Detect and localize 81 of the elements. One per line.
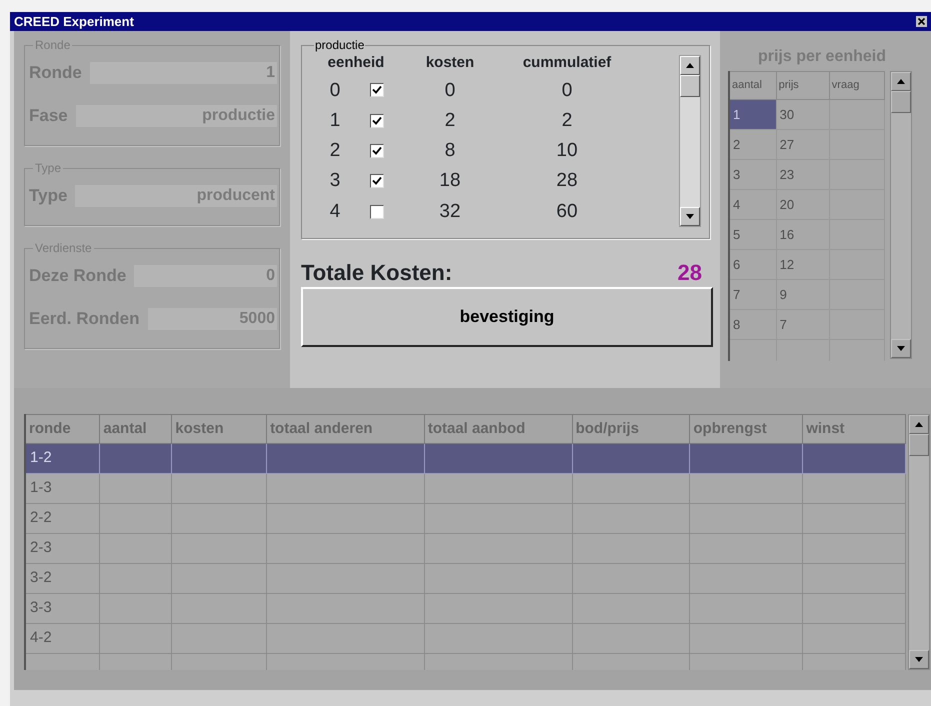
column-header: kosten [424,53,476,74]
column-header: vraag [829,72,884,100]
column-header: cummulatief [522,53,612,74]
scroll-up-button[interactable] [909,415,929,434]
value-field: 5000 [148,308,277,330]
column-header: bod/prijs [572,414,690,444]
down-arrow-icon [915,657,923,662]
table-cell: 3-2 [25,564,100,594]
window-title: CREED Experiment [14,12,134,31]
cost-value: 18 [439,170,461,192]
table-cell: 2-2 [25,504,100,534]
up-arrow-icon [915,422,923,427]
unit-number: 4 [330,200,340,222]
column-header: aantal [100,414,172,444]
scroll-thumb[interactable] [891,91,911,113]
scroll-down-button[interactable] [909,650,929,669]
scrollbar[interactable] [890,71,912,359]
cumulative-value: 60 [556,200,578,222]
value-field: 0 [134,264,277,286]
value-field: 1 [90,62,277,84]
value-field: producent [75,184,277,206]
checkbox[interactable] [370,144,384,158]
cost-value: 32 [439,200,461,222]
up-arrow-icon [686,63,694,68]
checkbox[interactable] [370,114,384,128]
table-cell: 1-2 [25,444,100,474]
column-header: eenheid [326,53,386,74]
scroll-down-button[interactable] [891,339,911,358]
down-arrow-icon [686,214,694,219]
up-arrow-icon [897,79,905,84]
table-cell: 9 [776,280,830,310]
table-cell: 6 [729,250,776,280]
table-cell: 7 [776,310,830,340]
table-cell: 4 [729,190,776,220]
column-header: opbrengst [690,414,803,444]
scroll-thumb[interactable] [909,434,929,456]
unit-number: 3 [330,170,340,192]
cumulative-value: 10 [556,140,578,162]
table-cell: 1-3 [25,474,100,504]
table-cell: 8 [729,310,776,340]
scrollbar[interactable] [908,414,930,670]
column-header: kosten [172,414,267,444]
cumulative-value: 2 [562,110,572,131]
checkbox[interactable] [370,204,384,219]
cumulative-value: 0 [562,80,572,100]
checkbox[interactable] [370,174,384,188]
cost-value: 0 [444,80,456,100]
cumulative-value: 28 [556,170,578,192]
unit-number: 1 [330,110,340,131]
total-label: Totale Kosten: [301,258,452,286]
table-cell: 1 [729,100,776,130]
table-cell: 7 [729,280,776,310]
table-cell: 2-3 [25,534,100,564]
close-icon[interactable] [916,16,927,27]
unit-number: 0 [330,80,340,100]
table-cell: 5 [729,220,776,250]
table-cell: 27 [776,130,830,160]
cost-value: 8 [444,140,456,162]
scroll-up-button[interactable] [891,72,911,91]
down-arrow-icon [897,346,905,351]
table-cell: 3-3 [25,594,100,624]
column-header: totaal anderen [266,414,424,444]
column-header: ronde [25,414,100,444]
value-field: productie [76,104,277,126]
column-header: prijs [776,72,830,100]
table-cell: 20 [776,190,830,220]
table-cell: 2 [729,130,776,160]
column-header: totaal aanbod [424,414,572,444]
column-header: winst [802,414,906,444]
table-cell: 4-2 [25,624,100,654]
confirm-button[interactable]: bevestiging [301,287,713,347]
cost-value: 2 [444,110,456,131]
table-cell: 3 [729,160,776,190]
table-cell: 30 [776,100,830,130]
unit-number: 2 [330,140,340,162]
group-legend: productie [314,39,366,51]
total-value: 28 [678,258,702,286]
table-cell: 12 [776,250,830,280]
table-cell: 23 [776,160,830,190]
table-cell: 16 [776,220,830,250]
checkbox[interactable] [370,83,384,98]
